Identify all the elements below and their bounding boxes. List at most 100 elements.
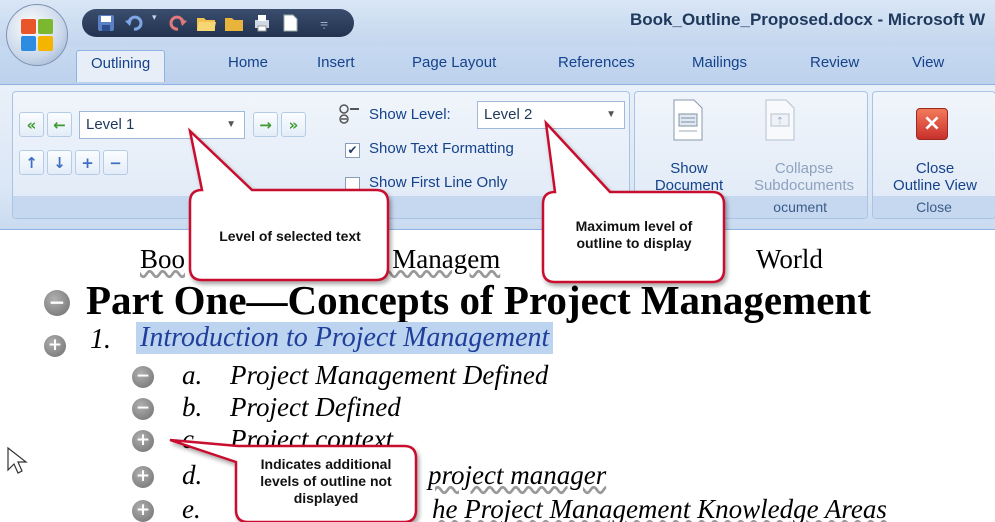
close-group: × Close Outline View Close bbox=[872, 91, 995, 219]
expand-outline-icon[interactable]: + bbox=[132, 466, 154, 488]
outline-level-value: Level 1 bbox=[86, 116, 135, 133]
chevron-down-icon[interactable]: ▾ bbox=[152, 13, 160, 33]
quick-access-toolbar: ▾ ⩦ bbox=[82, 9, 354, 37]
show-document-label-line2: Document bbox=[654, 177, 724, 194]
promote-to-heading-button[interactable]: « bbox=[19, 112, 44, 137]
move-down-button[interactable]: ↓ bbox=[47, 150, 72, 175]
ribbon: « ← Level 1 ▼ → » ↑ ↓ + − Show Level: Le… bbox=[0, 84, 995, 230]
close-label-line1: Close bbox=[915, 160, 955, 177]
callout-indicates-line2: levels of outline not bbox=[260, 473, 392, 489]
office-button[interactable] bbox=[6, 4, 68, 66]
close-label-line2: Outline View bbox=[893, 177, 977, 194]
part-heading[interactable]: Part One—Concepts of Project Management bbox=[86, 276, 871, 324]
callout-indicates-text: Indicates additional levels of outline n… bbox=[240, 456, 412, 507]
callout-max-level-text: Maximum level of outline to display bbox=[548, 218, 720, 252]
ribbon-tabs: Outlining Home Insert Page Layout Refere… bbox=[0, 46, 995, 84]
chapter-number: 1. bbox=[90, 324, 111, 355]
save-icon[interactable] bbox=[96, 13, 116, 33]
collapse-subdocuments-button[interactable]: Collapse Subdocuments bbox=[739, 160, 869, 194]
tab-page-layout[interactable]: Page Layout bbox=[412, 54, 496, 71]
show-level-value: Level 2 bbox=[484, 106, 533, 123]
close-icon: × bbox=[916, 108, 948, 140]
customize-toolbar-icon[interactable]: ⩦ bbox=[320, 15, 328, 31]
tab-review[interactable]: Review bbox=[810, 54, 859, 71]
outline-item[interactable]: project manager bbox=[428, 460, 606, 491]
item-letter: d. bbox=[182, 460, 203, 490]
show-level-label: Show Level: bbox=[369, 106, 451, 123]
tab-insert[interactable]: Insert bbox=[317, 54, 355, 71]
down-arrow-icon: ↓ bbox=[53, 153, 66, 172]
right-arrow-icon: → bbox=[259, 115, 272, 134]
chevron-down-icon: ▼ bbox=[226, 119, 236, 130]
plus-icon: + bbox=[81, 153, 94, 172]
double-left-arrow-icon: « bbox=[26, 115, 37, 134]
show-level-combo[interactable]: Level 2 ▼ bbox=[477, 101, 625, 129]
outline-tools-group-label bbox=[13, 196, 629, 218]
master-document-group: Show Document ⇡ Collapse Subdocuments oc… bbox=[634, 91, 868, 219]
collapse-label-line1: Collapse bbox=[774, 160, 834, 177]
callout-level-text: Level of selected text bbox=[219, 228, 361, 244]
promote-button[interactable]: ← bbox=[47, 112, 72, 137]
collapse-label-line2: Subdocuments bbox=[753, 177, 855, 194]
collapse-outline-icon[interactable]: − bbox=[44, 290, 70, 316]
tab-view[interactable]: View bbox=[912, 54, 944, 71]
collapse-button[interactable]: − bbox=[103, 150, 128, 175]
close-outline-view-button[interactable]: Close Outline View bbox=[873, 160, 995, 194]
double-right-arrow-icon: » bbox=[288, 115, 299, 134]
callout-indicates-line3: displayed bbox=[293, 490, 359, 506]
collapse-subdocuments-icon: ⇡ bbox=[765, 99, 795, 141]
expand-outline-icon[interactable]: + bbox=[44, 335, 66, 357]
show-document-label-line1: Show bbox=[670, 160, 708, 177]
window-title: Book_Outline_Proposed.docx - Microsoft W bbox=[630, 10, 986, 29]
tab-references[interactable]: References bbox=[558, 54, 635, 71]
outline-item[interactable]: he Project Management Knowledge Areas bbox=[432, 494, 887, 522]
outline-item[interactable]: Project Management Defined bbox=[230, 360, 548, 391]
item-letter: c. bbox=[182, 424, 201, 454]
open-folder-icon[interactable] bbox=[196, 13, 216, 33]
expand-outline-icon[interactable]: + bbox=[132, 500, 154, 522]
show-level-icon bbox=[339, 104, 359, 124]
demote-button[interactable]: → bbox=[253, 112, 278, 137]
tab-outlining[interactable]: Outlining bbox=[76, 50, 166, 82]
move-up-button[interactable]: ↑ bbox=[19, 150, 44, 175]
show-first-line-only-checkbox[interactable] bbox=[345, 177, 360, 192]
callout-max-level-line2: outline to display bbox=[576, 235, 692, 251]
folder-icon[interactable] bbox=[224, 13, 244, 33]
show-document-button[interactable]: Show Document bbox=[637, 160, 741, 194]
title-bar: ▾ ⩦ Book_Outline_Proposed.docx - Microso… bbox=[0, 0, 995, 46]
collapse-outline-icon[interactable]: − bbox=[132, 398, 154, 420]
item-letter: e. bbox=[182, 494, 201, 522]
up-arrow-icon: ↑ bbox=[25, 153, 38, 172]
item-letter: a. bbox=[182, 360, 203, 390]
show-first-line-only-label: Show First Line Only bbox=[369, 174, 508, 191]
item-letter: b. bbox=[182, 392, 203, 422]
chapter-title-selected[interactable]: Introduction to Project Management bbox=[136, 322, 554, 354]
svg-text:⇡: ⇡ bbox=[776, 116, 784, 127]
expand-outline-icon[interactable]: + bbox=[132, 430, 154, 452]
master-document-group-label: ocument bbox=[635, 196, 867, 218]
outline-tools-group: « ← Level 1 ▼ → » ↑ ↓ + − Show Level: Le… bbox=[12, 91, 630, 219]
minus-icon: − bbox=[109, 153, 122, 172]
show-text-formatting-checkbox[interactable]: ✔ bbox=[345, 143, 360, 158]
document-title-fragment-left: Boo bbox=[140, 244, 186, 274]
print-preview-icon[interactable] bbox=[252, 13, 272, 33]
document-title-fragment-mid: t Managem bbox=[378, 244, 501, 274]
outline-level-combo[interactable]: Level 1 ▼ bbox=[79, 111, 245, 139]
outline-item[interactable]: Project context bbox=[230, 424, 393, 455]
chevron-down-icon: ▼ bbox=[606, 109, 616, 120]
tab-mailings[interactable]: Mailings bbox=[692, 54, 747, 71]
close-group-label: Close bbox=[873, 196, 995, 218]
callout-max-level-line1: Maximum level of bbox=[575, 218, 693, 234]
office-logo-icon bbox=[21, 19, 53, 51]
collapse-outline-icon[interactable]: − bbox=[132, 366, 154, 388]
document-title-fragment-right: World bbox=[756, 244, 823, 274]
expand-button[interactable]: + bbox=[75, 150, 100, 175]
demote-to-body-button[interactable]: » bbox=[281, 112, 306, 137]
show-text-formatting-label: Show Text Formatting bbox=[369, 140, 514, 157]
redo-icon[interactable] bbox=[168, 13, 188, 33]
left-arrow-icon: ← bbox=[53, 115, 66, 134]
tab-home[interactable]: Home bbox=[228, 54, 268, 71]
undo-icon[interactable] bbox=[124, 13, 144, 33]
outline-item[interactable]: Project Defined bbox=[230, 392, 401, 423]
new-document-icon[interactable] bbox=[280, 13, 300, 33]
